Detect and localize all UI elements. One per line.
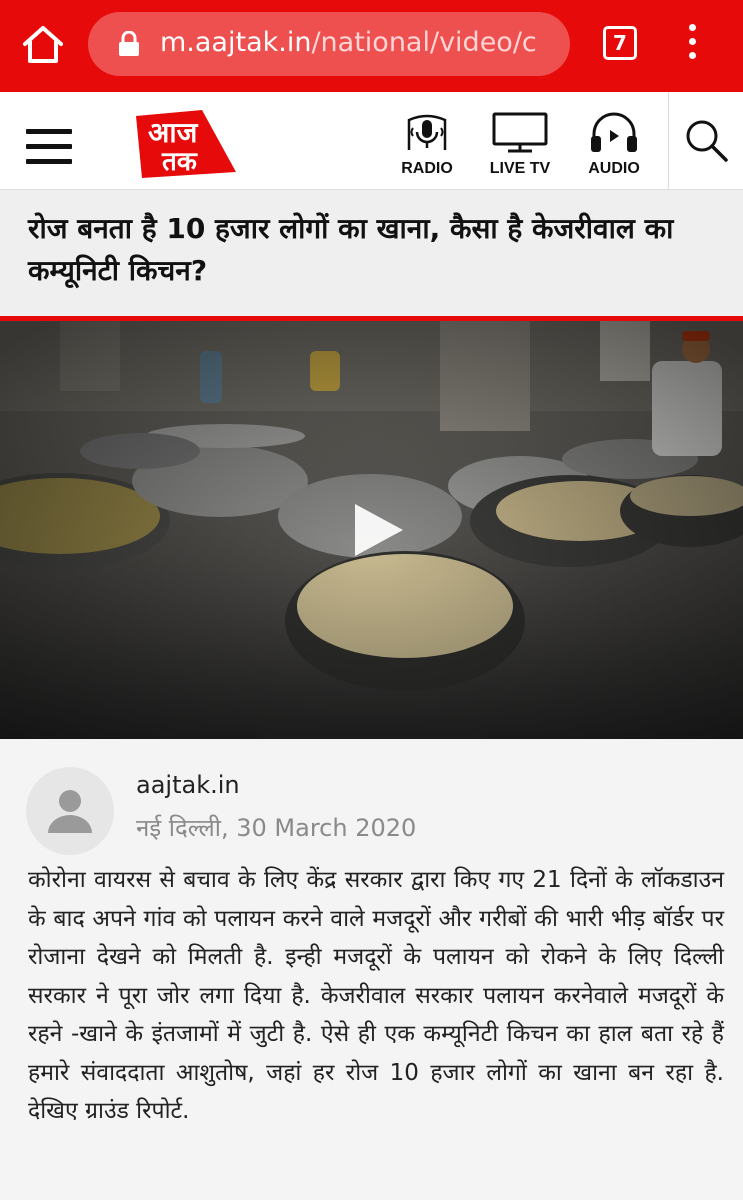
dateline: नई दिल्ली, 30 March 2020: [136, 814, 417, 842]
nav-live-tv-label: LIVE TV: [489, 160, 551, 177]
address-bar[interactable]: m.aajtak.in/national/video/c: [88, 12, 570, 76]
radio-icon: [407, 114, 447, 150]
video-player[interactable]: [0, 321, 743, 739]
logo-text-aaj: आज: [148, 116, 199, 149]
tv-icon: [492, 112, 548, 153]
tab-count: 7: [613, 31, 627, 55]
nav-radio-label: RADIO: [401, 160, 453, 177]
lock-icon: [118, 30, 140, 57]
nav-divider: [668, 92, 669, 190]
nav-audio-label: AUDIO: [588, 160, 640, 177]
article-headline: रोज बनता है 10 हजार लोगों का खाना, कैसा …: [28, 212, 674, 287]
site-header: आज तक RADIO LIVE TV AUDIO: [0, 92, 743, 190]
url-text: m.aajtak.in/national/video/c: [160, 27, 537, 58]
avatar: [26, 767, 114, 855]
url-path: /national/video/c: [311, 27, 537, 58]
headline-section: रोज बनता है 10 हजार लोगों का खाना, कैसा …: [0, 190, 743, 316]
person-icon: [48, 790, 92, 833]
hamburger-icon[interactable]: [26, 129, 72, 164]
tabs-icon[interactable]: 7: [603, 26, 637, 60]
search-icon[interactable]: [684, 118, 730, 164]
nav-audio[interactable]: AUDIO: [580, 110, 648, 178]
nav-live-tv[interactable]: LIVE TV: [484, 110, 556, 178]
byline: aajtak.in नई दिल्ली, 30 March 2020: [0, 739, 743, 855]
home-icon[interactable]: [20, 24, 66, 64]
author-name[interactable]: aajtak.in: [136, 771, 240, 799]
aajtak-logo[interactable]: आज तक: [132, 102, 240, 182]
headphones-icon: [591, 112, 637, 152]
browser-toolbar: m.aajtak.in/national/video/c 7: [0, 0, 743, 92]
logo-text-tak: तक: [161, 147, 198, 177]
more-vert-icon[interactable]: [682, 24, 702, 64]
article-body: कोरोना वायरस से बचाव के लिए केंद्र सरकार…: [28, 867, 724, 1124]
play-icon[interactable]: [345, 498, 409, 562]
url-host: m.aajtak.in: [160, 27, 312, 58]
nav-radio[interactable]: RADIO: [392, 110, 462, 178]
